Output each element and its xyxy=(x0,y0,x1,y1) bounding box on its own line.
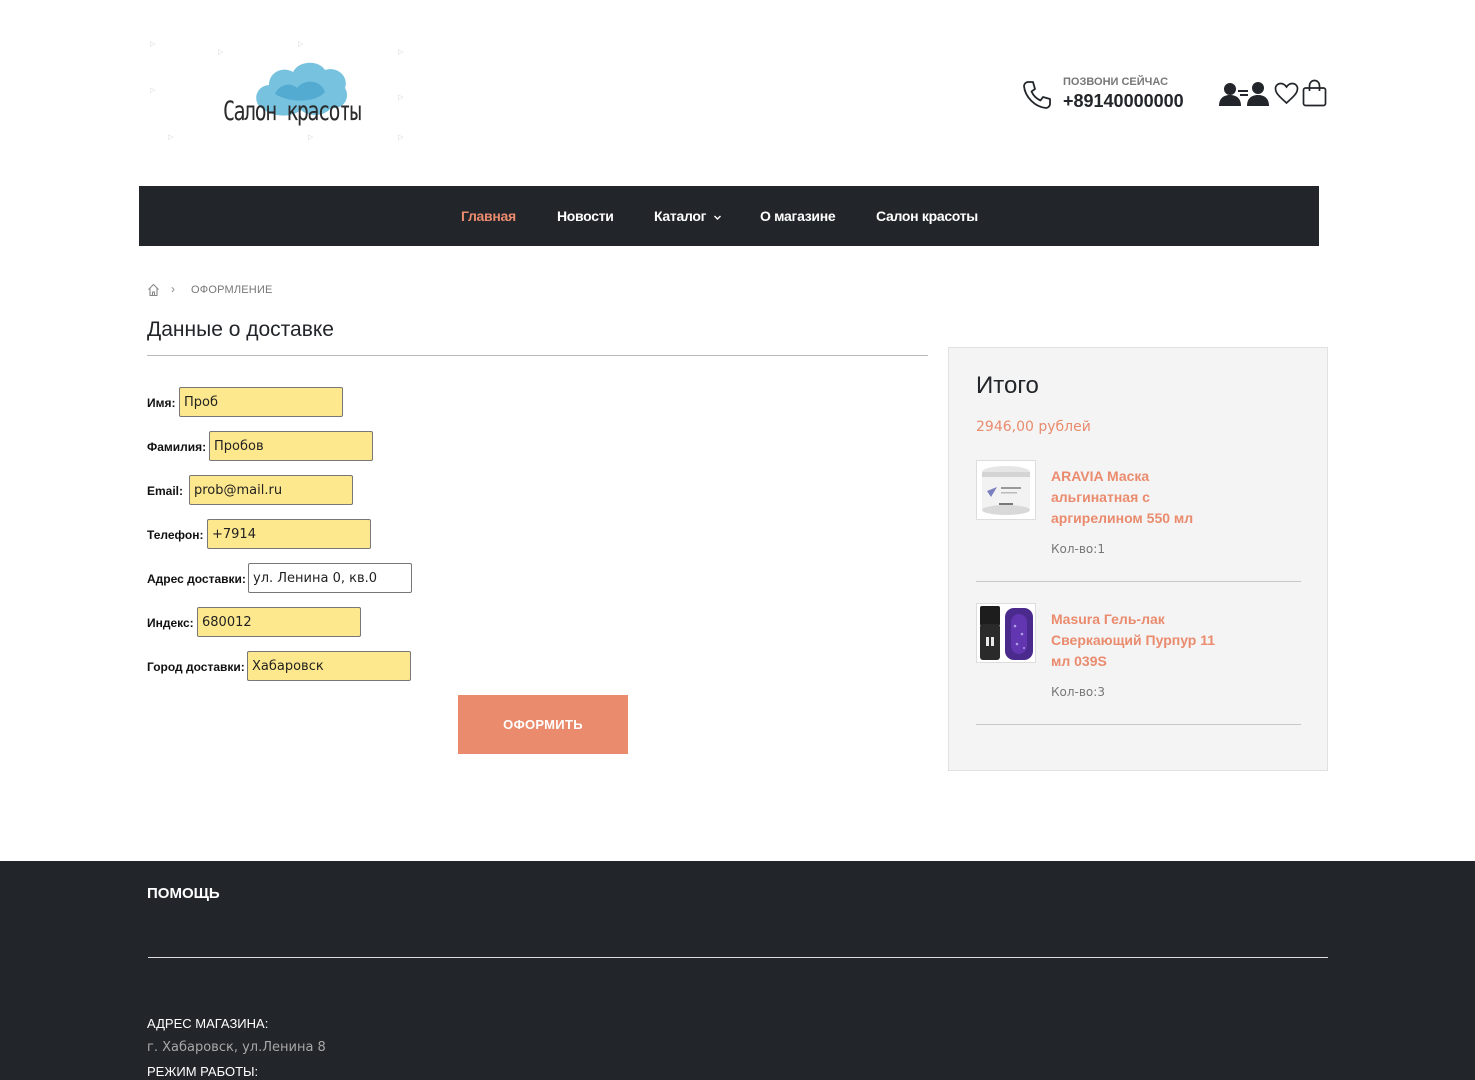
nav-item-salon[interactable]: Салон красоты xyxy=(876,208,978,224)
nav-item-catalog-label: Каталог xyxy=(654,208,707,224)
nav-item-news[interactable]: Новости xyxy=(557,208,614,224)
mask-jar-icon xyxy=(977,461,1035,519)
checkout-button[interactable]: ОФОРМИТЬ xyxy=(458,695,628,754)
last-name-label: Фамилия: xyxy=(147,440,207,454)
address-label: Адрес доставки: xyxy=(147,572,246,586)
divider xyxy=(147,355,928,356)
cart-icon[interactable] xyxy=(1302,79,1327,107)
nail-polish-icon xyxy=(977,604,1035,662)
email-label: Email: xyxy=(147,484,184,498)
footer-address-value: г. Хабаровск, ул.Ленина 8 xyxy=(147,1040,326,1055)
product-name-link[interactable]: ARAVIA Маска альгинатная с аргирелином 5… xyxy=(1051,466,1226,529)
call-label: ПОЗВОНИ СЕЙЧАС xyxy=(1063,76,1169,88)
city-input[interactable] xyxy=(247,651,411,681)
product-image[interactable] xyxy=(976,460,1036,520)
phone-input[interactable] xyxy=(207,519,371,549)
main-nav: Главная Новости Каталог О магазине Салон… xyxy=(139,186,1319,246)
nav-item-about[interactable]: О магазине xyxy=(760,208,836,224)
product-name-link[interactable]: Masura Гель-лак Сверкающий Пурпур 11 мл … xyxy=(1051,609,1226,672)
breadcrumb-current: ОФОРМЛЕНИЕ xyxy=(191,284,273,296)
first-name-label: Имя: xyxy=(147,396,176,410)
nav-item-home[interactable]: Главная xyxy=(461,208,516,224)
home-icon[interactable] xyxy=(147,283,160,297)
delivery-title: Данные о доставке xyxy=(147,318,334,341)
divider xyxy=(976,581,1301,582)
phone-icon xyxy=(1023,81,1051,109)
summary-total: 2946,00 рублей xyxy=(976,419,1091,435)
footer-help-title: ПОМОЩЬ xyxy=(147,885,220,902)
city-label: Город доставки: xyxy=(147,660,245,674)
index-label: Индекс: xyxy=(147,616,194,630)
account-icon[interactable] xyxy=(1219,81,1245,107)
chevron-right-icon: › xyxy=(171,282,175,296)
summary-title: Итого xyxy=(976,372,1039,399)
divider xyxy=(148,957,1328,958)
divider xyxy=(976,724,1301,725)
first-name-input[interactable] xyxy=(179,387,343,417)
address-input[interactable] xyxy=(248,563,412,593)
phone-label: Телефон: xyxy=(147,528,204,542)
phone-number[interactable]: +89140000000 xyxy=(1063,91,1184,112)
site-footer: ПОМОЩЬ АДРЕС МАГАЗИНА: г. Хабаровск, ул.… xyxy=(0,861,1475,1080)
footer-hours-label: РЕЖИМ РАБОТЫ: xyxy=(147,1064,259,1079)
logo-text: Салон красоты xyxy=(223,96,362,127)
product-image[interactable] xyxy=(976,603,1036,663)
nav-item-catalog[interactable]: Каталог xyxy=(654,208,722,224)
heart-icon[interactable] xyxy=(1274,82,1299,105)
email-input[interactable] xyxy=(189,475,353,505)
footer-address-label: АДРЕС МАГАЗИНА: xyxy=(147,1016,269,1031)
product-qty: Кол-во:3 xyxy=(1051,685,1105,699)
index-input[interactable] xyxy=(197,607,361,637)
chevron-down-icon xyxy=(713,215,721,220)
order-summary: Итого 2946,00 рублей ARAVIA Маска альгин… xyxy=(948,347,1328,771)
product-qty: Кол-во:1 xyxy=(1051,542,1105,556)
site-header: ▷ ▷ ▷ ▷ ▷ ▷ ▷ ▷ ▷ Салон красоты ПОЗВОНИ … xyxy=(0,0,1475,186)
users-icon[interactable] xyxy=(1243,81,1269,107)
site-logo[interactable]: ▷ ▷ ▷ ▷ ▷ ▷ ▷ ▷ ▷ Салон красоты xyxy=(148,38,450,156)
last-name-input[interactable] xyxy=(209,431,373,461)
